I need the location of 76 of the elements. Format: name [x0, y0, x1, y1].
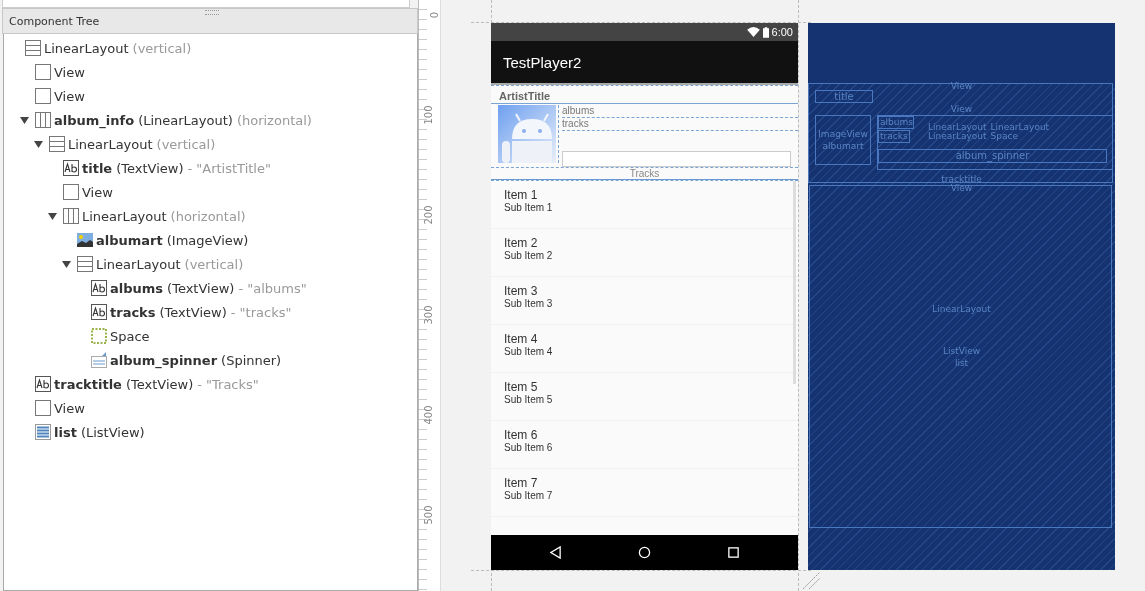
tree-item[interactable]: albumart (ImageView) [96, 232, 249, 248]
tree-item[interactable]: View [54, 64, 85, 80]
outline-label: list [953, 358, 970, 368]
wifi-icon [746, 27, 760, 37]
tree-item[interactable]: LinearLayout (vertical) [44, 40, 192, 56]
horizontal-layout-icon [63, 208, 79, 224]
list-view-icon [35, 424, 51, 440]
outline-label: LinearLayout [928, 132, 987, 141]
spinner-icon [91, 352, 107, 368]
outline-label: tracktitle [940, 174, 983, 184]
ruler-label: 400 [423, 405, 434, 425]
outline-label: Space [990, 132, 1018, 141]
outline-label: LinearLayout [928, 123, 987, 132]
tracks-heading: Tracks [491, 168, 798, 180]
tree-item[interactable]: Space [110, 328, 150, 344]
tracks-text: tracks [562, 118, 798, 131]
outline-label: View [949, 104, 974, 114]
outline-label: ListView [941, 346, 982, 356]
space-icon [91, 328, 107, 344]
expand-toggle-icon[interactable] [34, 139, 43, 149]
back-icon[interactable] [549, 546, 562, 559]
tree-item[interactable]: albums (TextView) - "albums" [110, 280, 307, 296]
battery-icon [762, 26, 769, 38]
ruler-label: 0 [429, 11, 440, 19]
tree-item[interactable]: album_info (LinearLayout) (horizontal) [54, 112, 312, 128]
tree-item[interactable]: tracktitle (TextView) - "Tracks" [54, 376, 259, 392]
tree-item[interactable]: LinearLayout (vertical) [96, 256, 244, 272]
outline-label: View [949, 81, 974, 91]
expand-toggle-icon[interactable] [48, 211, 57, 221]
albums-text: albums [562, 105, 798, 118]
tree-item[interactable]: album_spinner (Spinner) [110, 352, 282, 368]
ruler-label: 200 [423, 205, 434, 225]
list-item[interactable]: Item 5 Sub Item 5 [491, 373, 798, 421]
tree-item[interactable]: list (ListView) [54, 424, 145, 440]
spinner-outline: album_spinner [878, 149, 1107, 163]
tracks-outline: tracks [878, 130, 910, 143]
outline-label: LinearLayout [990, 123, 1050, 132]
view-icon [35, 88, 51, 104]
text-view-icon [35, 376, 51, 392]
ruler-label: 300 [423, 305, 434, 325]
resize-handle-icon[interactable] [801, 570, 821, 590]
artist-title: ArtistTitle [491, 86, 798, 104]
vertical-layout-icon [25, 40, 41, 56]
outline-label: View [949, 183, 974, 193]
text-view-icon [63, 160, 79, 176]
view-icon [35, 64, 51, 80]
panel-title: Component Tree [8, 14, 100, 28]
app-title: TestPlayer2 [502, 53, 582, 71]
ruler-label: 500 [423, 505, 434, 525]
view-icon [63, 184, 79, 200]
tree-item[interactable]: LinearLayout (vertical) [68, 136, 216, 152]
text-view-icon [91, 280, 107, 296]
tree-item[interactable]: View [54, 88, 85, 104]
tree-item[interactable]: View [54, 400, 85, 416]
vertical-layout-icon [77, 256, 93, 272]
expand-toggle-icon[interactable] [20, 115, 29, 125]
image-icon [77, 232, 93, 248]
tree-item[interactable]: View [82, 184, 113, 200]
list-item[interactable]: Item 6 Sub Item 6 [491, 421, 798, 469]
expand-toggle-icon[interactable] [62, 259, 71, 269]
image-view-outline: ImageView albumart [815, 115, 871, 165]
tree-item[interactable]: LinearLayout (horizontal) [82, 208, 246, 224]
tree-item[interactable]: tracks (TextView) - "tracks" [110, 304, 292, 320]
vertical-layout-icon [49, 136, 65, 152]
outline-label: LinearLayout [931, 304, 992, 314]
recents-icon[interactable] [727, 546, 740, 559]
horizontal-layout-icon [35, 112, 51, 128]
tree-item[interactable]: title (TextView) - "ArtistTitle" [82, 160, 271, 176]
status-time: 6:00 [771, 26, 793, 38]
title-outline: title [815, 90, 873, 103]
ruler-label: 100 [423, 105, 434, 125]
list-item[interactable]: Item 7 Sub Item 7 [491, 469, 798, 517]
home-icon[interactable] [638, 546, 651, 559]
view-icon [35, 400, 51, 416]
albums-outline: albums [878, 116, 914, 129]
text-view-icon [91, 304, 107, 320]
